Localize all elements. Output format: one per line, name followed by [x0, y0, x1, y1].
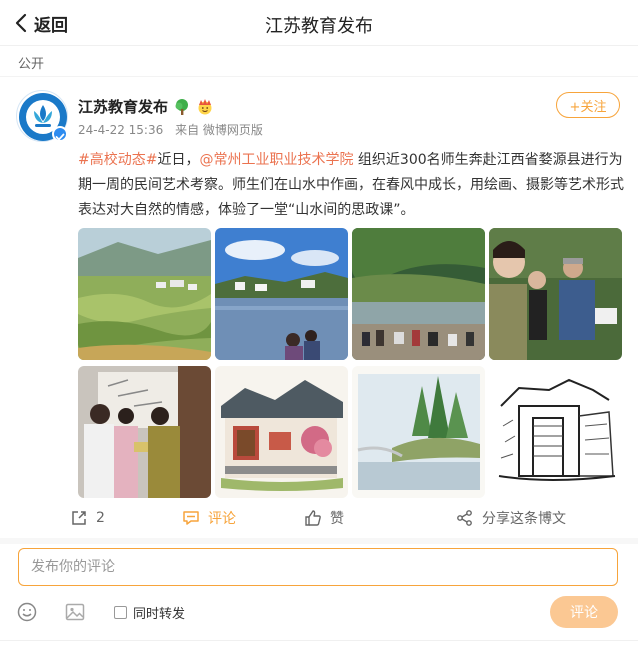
repost-checkbox[interactable]: 同时转发 [114, 603, 185, 622]
smiley-icon [17, 602, 37, 622]
section-divider [0, 538, 638, 544]
author-name[interactable]: 江苏教育发布 [78, 96, 168, 117]
share-button[interactable]: 分享这条博文 [456, 504, 566, 532]
submit-comment-button[interactable]: 评论 [550, 596, 618, 628]
photo-8[interactable] [489, 366, 622, 498]
post-meta: 24-4-22 15:36 来自 微博网页版 [78, 121, 263, 138]
divider [0, 76, 638, 77]
ink-sketch-gate-drawing [489, 366, 622, 498]
photo-3[interactable] [352, 228, 485, 360]
timestamp[interactable]: 24-4-22 15:36 [78, 123, 163, 137]
repost-checkbox-label: 同时转发 [133, 607, 186, 622]
terraced-village-photo [78, 228, 211, 360]
comment-button[interactable]: 评论 [182, 504, 236, 532]
top-bar: 返回 江苏教育发布 [0, 0, 638, 46]
photo-1[interactable] [78, 228, 211, 360]
students-painting-photo [489, 228, 622, 360]
photo-6[interactable] [215, 366, 348, 498]
thumbs-up-icon [305, 510, 321, 526]
page-title: 江苏教育发布 [265, 16, 373, 37]
check-icon [55, 133, 65, 141]
post-text-lead: 近日， [157, 152, 200, 168]
like-button[interactable]: 赞 [304, 504, 344, 532]
bottom-divider [0, 640, 638, 641]
photo-7[interactable] [352, 366, 485, 498]
photo-5[interactable] [78, 366, 211, 498]
share-icon [457, 510, 472, 526]
image-button[interactable] [64, 601, 86, 623]
visibility-label: 公开 [18, 57, 45, 72]
hashtag-link[interactable]: #高校动态# [78, 152, 157, 168]
comment-icon [183, 511, 199, 525]
watercolor-house-painting [215, 366, 348, 498]
checkbox[interactable] [114, 606, 127, 619]
like-label: 赞 [330, 511, 344, 527]
lake-village-photo [215, 228, 348, 360]
tree-badge-icon [175, 98, 189, 115]
repost-button[interactable]: 2 [70, 504, 105, 532]
image-icon [65, 603, 85, 621]
author: 江苏教育发布 [78, 96, 214, 117]
follow-button[interactable]: +关注 [556, 92, 620, 118]
verified-badge [52, 126, 68, 142]
photo-4[interactable] [489, 228, 622, 360]
action-bar: 2 评论 赞 分享这条博文 [0, 504, 638, 532]
photo-grid [78, 228, 622, 498]
watercolor-landscape-painting [352, 366, 485, 498]
riverside-painting-photo [352, 228, 485, 360]
emoji-badge-icon [198, 98, 212, 114]
repost-count: 2 [96, 510, 105, 526]
mention-link[interactable]: @常州工业职业技术学院 [199, 152, 353, 168]
repost-icon [72, 511, 86, 525]
comment-input[interactable] [18, 548, 618, 586]
studio-visit-photo [78, 366, 211, 498]
comment-label: 评论 [208, 511, 236, 527]
post-source: 来自 微博网页版 [175, 123, 263, 137]
photo-2[interactable] [215, 228, 348, 360]
emoji-button[interactable] [16, 601, 38, 623]
post-text: #高校动态#近日，@常州工业职业技术学院 组织近300名师生奔赴江西省婺源县进行… [78, 148, 626, 223]
share-label: 分享这条博文 [482, 511, 566, 527]
